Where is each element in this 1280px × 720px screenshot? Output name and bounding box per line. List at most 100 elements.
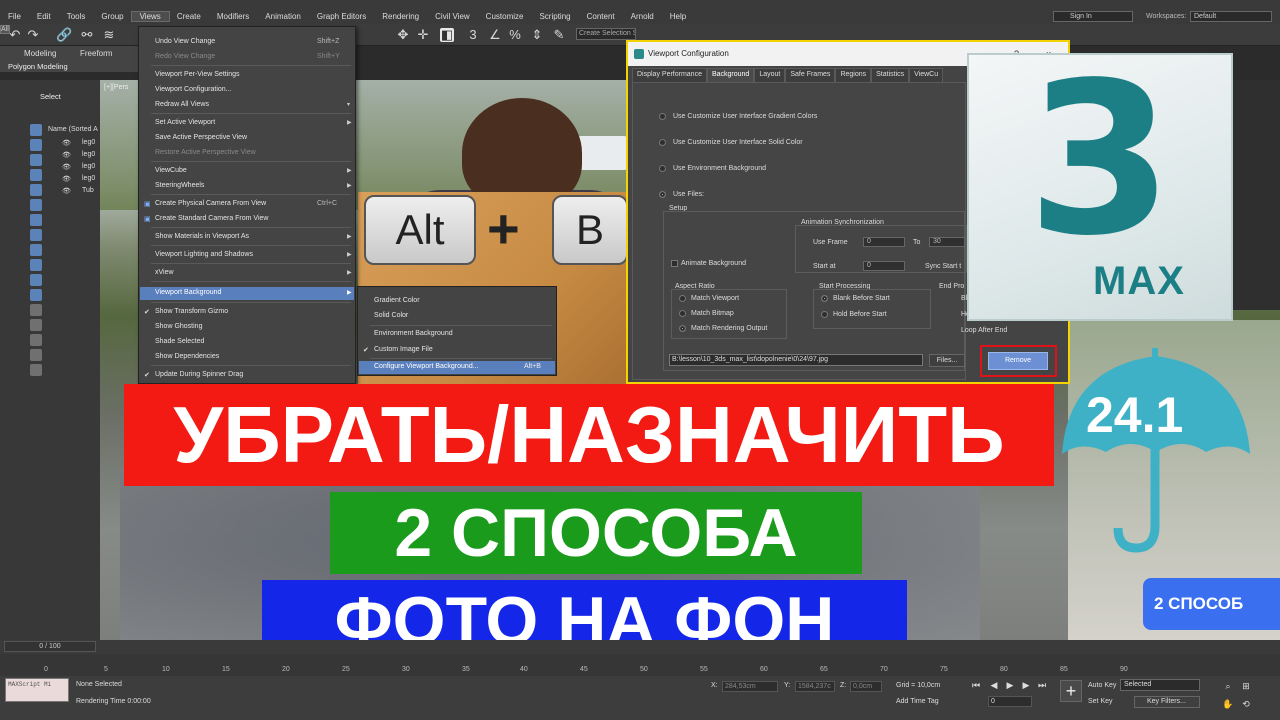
table-row[interactable]: leg0	[82, 139, 95, 146]
crosshair-icon[interactable]: ✛	[416, 28, 430, 42]
menu-item-show-ghosting[interactable]: Show Ghosting	[155, 323, 202, 330]
menu-civil-view[interactable]: Civil View	[427, 12, 478, 21]
go-to-start-icon[interactable]: ⏮	[970, 679, 982, 691]
named-selection-set-field[interactable]: Create Selection Se	[576, 28, 636, 40]
menu-content[interactable]: Content	[579, 12, 623, 21]
pan-icon[interactable]: ✋	[1222, 698, 1234, 710]
menu-item-xview[interactable]: xView	[155, 269, 174, 276]
menu-item-shade-selected[interactable]: Shade Selected	[155, 338, 204, 345]
submenu-item-configure-viewport-background[interactable]: Configure Viewport Background...	[374, 363, 479, 370]
filter-all-icon[interactable]	[30, 304, 42, 316]
menu-customize[interactable]: Customize	[478, 12, 532, 21]
menu-edit[interactable]: Edit	[29, 12, 59, 21]
filter-groups-icon[interactable]	[30, 214, 42, 226]
filter-options-icon[interactable]	[30, 349, 42, 361]
next-frame-icon[interactable]: ▶	[1020, 679, 1032, 691]
menu-group[interactable]: Group	[93, 12, 131, 21]
scene-list-header[interactable]: Name (Sorted A	[48, 126, 98, 133]
radio-hold-before-start[interactable]	[821, 311, 828, 318]
key-set-dropdown[interactable]: Selected	[1120, 679, 1200, 691]
auto-key-button[interactable]: Auto Key	[1088, 682, 1116, 689]
spinner-snap-icon[interactable]: ⇕	[530, 28, 544, 42]
polygon-modeling-label[interactable]: Polygon Modeling	[8, 62, 68, 71]
menu-item-update-during-spinner-drag[interactable]: Update During Spinner Drag	[155, 371, 243, 378]
remove-button[interactable]: Remove	[988, 352, 1048, 370]
table-row[interactable]: leg0	[82, 175, 95, 182]
tab-layout[interactable]: Layout	[754, 68, 786, 82]
go-to-end-icon[interactable]: ⏭	[1036, 679, 1048, 691]
redo-icon[interactable]: ↷	[26, 28, 40, 42]
submenu-item-environment-background[interactable]: Environment Background	[374, 330, 453, 337]
workspaces-dropdown[interactable]: Default	[1190, 11, 1272, 22]
filter-geometry-icon[interactable]	[30, 124, 42, 136]
menu-item-redo-view-change[interactable]: Redo View Change	[155, 53, 215, 60]
select-move-icon[interactable]: ✥	[396, 28, 410, 42]
tab-safe-frames[interactable]: Safe Frames	[785, 68, 836, 82]
menu-item-undo-view-change[interactable]: Undo View Change	[155, 38, 215, 45]
animate-background-checkbox[interactable]	[671, 260, 678, 267]
filter-cameras-icon[interactable]	[30, 169, 42, 181]
files-button[interactable]: Files...	[929, 354, 965, 367]
filter-helpers-icon[interactable]	[30, 184, 42, 196]
menu-item-set-active-viewport[interactable]: Set Active Viewport	[155, 119, 215, 126]
tab-display-performance[interactable]: Display Performance	[632, 68, 707, 82]
eye-icon[interactable]: 👁	[62, 187, 71, 195]
tab-viewcube[interactable]: ViewCu	[909, 68, 944, 82]
menu-tools[interactable]: Tools	[59, 12, 94, 21]
snap-3-icon[interactable]: 3	[466, 28, 480, 42]
tab-modeling[interactable]: Modeling	[24, 49, 56, 59]
menu-item-steeringwheels[interactable]: SteeringWheels	[155, 182, 204, 189]
table-row[interactable]: leg0	[82, 151, 95, 158]
use-frame-spinner[interactable]: 0	[863, 237, 905, 247]
undo-icon[interactable]: ↶	[8, 28, 22, 42]
y-coordinate-field[interactable]: 1584,237c	[795, 681, 835, 692]
percent-snap-icon[interactable]: %	[508, 28, 522, 42]
angle-snap-icon[interactable]: ∠	[488, 28, 502, 42]
background-file-path-field[interactable]: B:\lesson\10_3ds_max_list\dopolnenie\0\2…	[669, 354, 923, 366]
eye-icon[interactable]: 👁	[62, 151, 71, 159]
menu-item-show-materials[interactable]: Show Materials in Viewport As	[155, 233, 249, 240]
menu-arnold[interactable]: Arnold	[623, 12, 662, 21]
menu-file[interactable]: File	[0, 12, 29, 21]
menu-item-viewport-background[interactable]: Viewport Background	[155, 289, 221, 296]
eye-icon[interactable]: 👁	[62, 139, 71, 147]
menu-item-viewport-per-view-settings[interactable]: Viewport Per-View Settings	[155, 71, 240, 78]
radio-use-files[interactable]	[659, 191, 666, 198]
time-slider-bar[interactable]	[0, 640, 1280, 654]
menu-item-redraw-all-views[interactable]: Redraw All Views	[155, 101, 209, 108]
menu-views[interactable]: Views	[130, 11, 170, 22]
menu-help[interactable]: Help	[662, 12, 694, 21]
radio-solid-color[interactable]	[659, 139, 666, 146]
radio-gradient-colors[interactable]	[659, 113, 666, 120]
tab-regions[interactable]: Regions	[835, 68, 872, 82]
filter-spacewarps-icon[interactable]	[30, 199, 42, 211]
radio-match-bitmap[interactable]	[679, 310, 686, 317]
tab-freeform[interactable]: Freeform	[80, 49, 112, 59]
tab-statistics[interactable]: Statistics	[871, 68, 910, 82]
filter-invert-icon[interactable]	[30, 334, 42, 346]
to-spinner[interactable]: 30	[929, 237, 965, 247]
add-time-tag[interactable]: Add Time Tag	[896, 698, 939, 705]
menu-item-create-standard-camera[interactable]: Create Standard Camera From View	[155, 215, 268, 222]
submenu-item-custom-image-file[interactable]: Custom Image File	[374, 346, 433, 353]
zoom-icon[interactable]: ⌕	[1222, 680, 1234, 692]
play-icon[interactable]: ▶	[1004, 679, 1016, 691]
menu-scripting[interactable]: Scripting	[531, 12, 578, 21]
select-menu-label[interactable]: Select	[40, 92, 61, 101]
placement-icon[interactable]: ◧	[440, 28, 454, 42]
submenu-item-solid-color[interactable]: Solid Color	[374, 312, 408, 319]
table-row[interactable]: Tub	[82, 187, 94, 194]
filter-shapes-icon[interactable]	[30, 139, 42, 151]
menu-item-restore-active-perspective-view[interactable]: Restore Active Perspective View	[155, 149, 256, 156]
menu-create[interactable]: Create	[169, 12, 209, 21]
z-coordinate-field[interactable]: 0,0cm	[850, 681, 882, 692]
menu-item-save-active-perspective-view[interactable]: Save Active Perspective View	[155, 134, 247, 141]
menu-graph-editors[interactable]: Graph Editors	[309, 12, 374, 21]
menu-rendering[interactable]: Rendering	[374, 12, 427, 21]
eye-icon[interactable]: 👁	[62, 163, 71, 171]
menu-modifiers[interactable]: Modifiers	[209, 12, 257, 21]
radio-blank-before-start[interactable]	[821, 295, 828, 302]
menu-item-show-transform-gizmo[interactable]: Show Transform Gizmo	[155, 308, 228, 315]
link-icon[interactable]: 🔗	[56, 28, 72, 42]
menu-animation[interactable]: Animation	[257, 12, 309, 21]
